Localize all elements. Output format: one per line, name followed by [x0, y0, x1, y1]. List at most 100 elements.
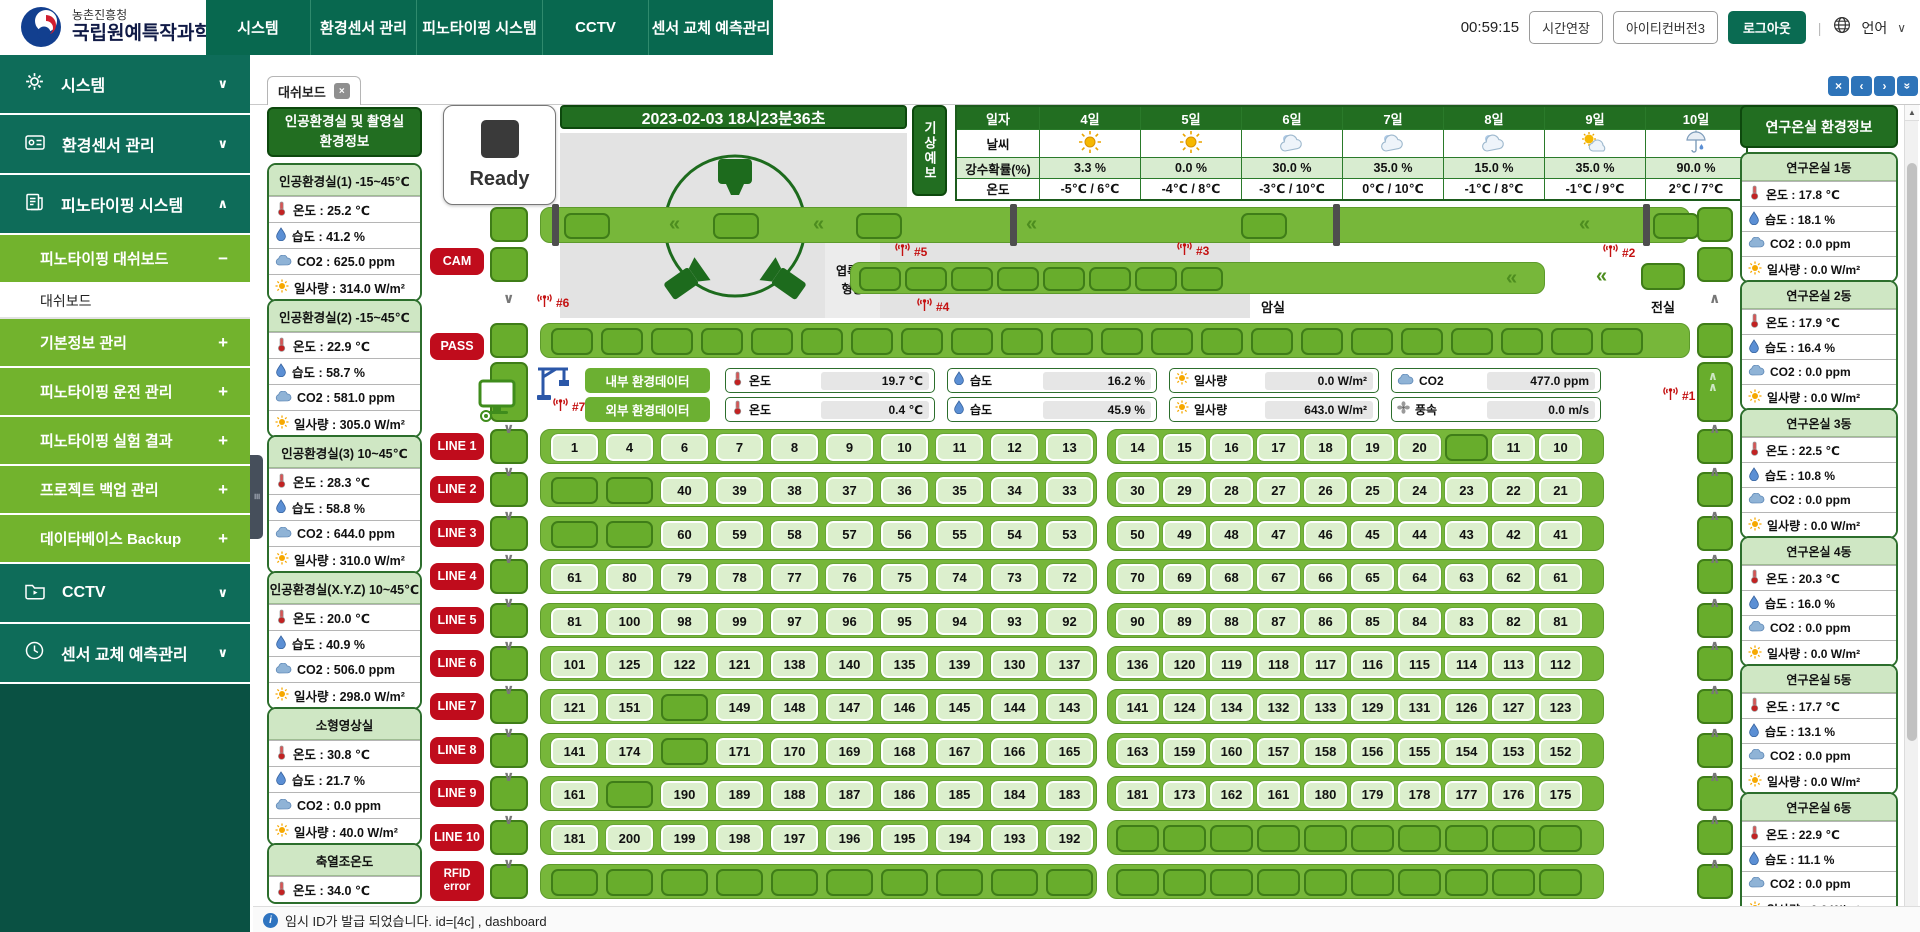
pass-button[interactable]: PASS	[430, 333, 484, 360]
workspace-next-button[interactable]: ›	[1874, 76, 1895, 96]
rack-slot: 61	[551, 564, 598, 591]
folder-play-icon	[24, 581, 46, 605]
sidebar-item-label: CCTV	[62, 584, 106, 602]
chevron-down-icon[interactable]: ∨	[1897, 21, 1906, 35]
line-1-button[interactable]: LINE 1	[430, 433, 484, 460]
logout-button[interactable]: 로그아웃	[1728, 11, 1806, 44]
sun-icon	[1175, 400, 1189, 419]
metric-text: 습도 : 40.9 %	[292, 634, 365, 653]
nav-item-1[interactable]: 시스템	[206, 0, 310, 55]
rack-slot: 132	[1257, 694, 1300, 721]
nav-item-3[interactable]: 피노타이핑 시스템	[416, 0, 542, 55]
drop-icon	[953, 371, 965, 390]
rack-slot: 147	[826, 694, 873, 721]
line-5-button[interactable]: LINE 5	[430, 607, 484, 634]
top-header: 농촌진흥청 국립원예특작과학원 시스템환경센서 관리피노타이핑 시스템CCTV센…	[0, 0, 1920, 55]
rack-slot: 187	[826, 781, 873, 808]
metric-label: 습도	[970, 401, 992, 418]
line-7-button[interactable]: LINE 7	[430, 693, 484, 720]
globe-icon[interactable]	[1833, 16, 1851, 39]
header-controls: 00:59:15 시간연장 아이티컨버전3 로그아웃 | 언어 ∨	[1461, 0, 1906, 55]
rack-slot-empty	[997, 267, 1039, 291]
scrollbar-thumb[interactable]	[1907, 163, 1917, 741]
nav-item-5[interactable]: 센서 교체 예측관리	[648, 0, 773, 55]
rack-slot: 39	[716, 477, 763, 504]
workspace-close-button[interactable]: ×	[1828, 76, 1849, 96]
sidebar-item-3[interactable]: 피노타이핑 시스템∧	[0, 175, 250, 235]
conveyor-row-8-right: 163159160157158156155154153152	[1107, 733, 1604, 768]
rack-slot-empty	[1210, 869, 1253, 896]
sidebar-item-6[interactable]: 기본정보 관리+	[0, 319, 250, 368]
rfid-sensor-5: #5	[894, 242, 927, 262]
conveyor-row-7-left: 121151149148147146145144143	[540, 689, 1097, 724]
metric-text: 습도 : 41.2 %	[292, 226, 365, 245]
ready-panel: Ready	[443, 105, 556, 205]
greenhouse-card-title: 연구온실 6동	[1742, 794, 1896, 821]
rack-slot: 195	[881, 825, 928, 852]
thermometer-icon	[275, 609, 288, 627]
rack-slot-empty	[601, 328, 643, 355]
account-button[interactable]: 아이티컨버전3	[1613, 11, 1718, 44]
nav-item-4[interactable]: CCTV	[542, 0, 648, 55]
sidebar-item-9[interactable]: 프로젝트 백업 관리+	[0, 466, 250, 515]
sidebar-item-5[interactable]: 대쉬보드	[0, 284, 250, 319]
sidebar-item-10[interactable]: 데이타베이스 Backup+	[0, 515, 250, 564]
sun-icon	[1748, 389, 1762, 406]
sidebar-item-12[interactable]: 센서 교체 예측관리∨	[0, 624, 250, 684]
env-row-label: 외부 환경데이터	[585, 397, 710, 422]
rfid-error-button[interactable]: RFIDerror	[430, 861, 484, 901]
scroll-up-icon[interactable]: ▲	[1905, 105, 1919, 121]
workspace-prev-button[interactable]: ‹	[1851, 76, 1872, 96]
nav-item-2[interactable]: 환경센서 관리	[310, 0, 416, 55]
greenhouse-metric-row: 습도 : 16.0 %	[1742, 590, 1896, 615]
sidebar-item-4[interactable]: 피노타이핑 대쉬보드−	[0, 235, 250, 284]
chamber-metric-row: 온도 : 20.0 ℃	[269, 604, 420, 630]
sidebar-item-1[interactable]: 시스템∨	[0, 55, 250, 115]
precip-value: 90.0 %	[1646, 158, 1748, 179]
rack-slot: 190	[661, 781, 708, 808]
rack-slot: 75	[881, 564, 928, 591]
line-6-button[interactable]: LINE 6	[430, 650, 484, 677]
chevron-up-icon: ∧	[1709, 551, 1720, 565]
greenhouse-card: 연구온실 1동온도 : 17.8 ℃습도 : 18.1 %CO2 : 0.0 p…	[1740, 152, 1898, 283]
rack-slot: 36	[881, 477, 928, 504]
extend-time-button[interactable]: 시간연장	[1529, 11, 1603, 44]
forecast-header-row: 일자4일5일6일7일8일9일10일	[956, 106, 1747, 130]
drop-icon	[953, 400, 965, 419]
line-8-button[interactable]: LINE 8	[430, 737, 484, 764]
sensor-card-icon	[24, 132, 46, 157]
sidebar-item-7[interactable]: 피노타이핑 운전 관리+	[0, 368, 250, 417]
rack-slot: 79	[661, 564, 708, 591]
greenhouse-card-title: 연구온실 4동	[1742, 538, 1896, 565]
rack-slot: 169	[826, 738, 873, 765]
sidebar-item-11[interactable]: CCTV∨	[0, 564, 250, 624]
tab-dashboard[interactable]: 대쉬보드 ×	[267, 76, 361, 105]
workspace-collapse-button[interactable]: »	[1897, 76, 1918, 96]
panel-drag-handle[interactable]: ≡	[250, 455, 263, 539]
greenhouse-metric-row: CO2 : 0.0 ppm	[1742, 871, 1896, 896]
rack-slot: 6	[661, 434, 708, 461]
sidebar-item-8[interactable]: 피노타이핑 실험 결과+	[0, 417, 250, 466]
right-panel-scrollbar[interactable]: ▲	[1904, 105, 1918, 932]
line-2-button[interactable]: LINE 2	[430, 476, 484, 503]
rack-slot: 178	[1398, 781, 1441, 808]
rack-slot-empty	[661, 694, 708, 721]
tab-close-icon[interactable]: ×	[334, 83, 350, 99]
rack-slot: 148	[771, 694, 818, 721]
weather-cloud-icon	[1444, 130, 1545, 158]
greenhouse-card-title: 연구온실 2동	[1742, 282, 1896, 309]
rack-slot: 84	[1398, 608, 1441, 635]
line-9-button[interactable]: LINE 9	[430, 780, 484, 807]
line-3-button[interactable]: LINE 3	[430, 520, 484, 547]
language-label[interactable]: 언어	[1861, 18, 1887, 38]
greenhouse-card: 연구온실 6동온도 : 22.9 ℃습도 : 11.1 %CO2 : 0.0 p…	[1740, 792, 1898, 923]
rack-slot-empty	[1201, 328, 1243, 355]
rack-slot-empty	[1101, 328, 1143, 355]
cam-button[interactable]: CAM	[430, 248, 484, 275]
chevron-down-icon: ∨	[503, 769, 514, 783]
line-10-button[interactable]: LINE 10	[430, 824, 484, 851]
greenhouse-metric-row: 습도 : 10.8 %	[1742, 462, 1896, 487]
line-4-button[interactable]: LINE 4	[430, 563, 484, 590]
sidebar-item-2[interactable]: 환경센서 관리∨	[0, 115, 250, 175]
ready-label: Ready	[469, 168, 529, 191]
